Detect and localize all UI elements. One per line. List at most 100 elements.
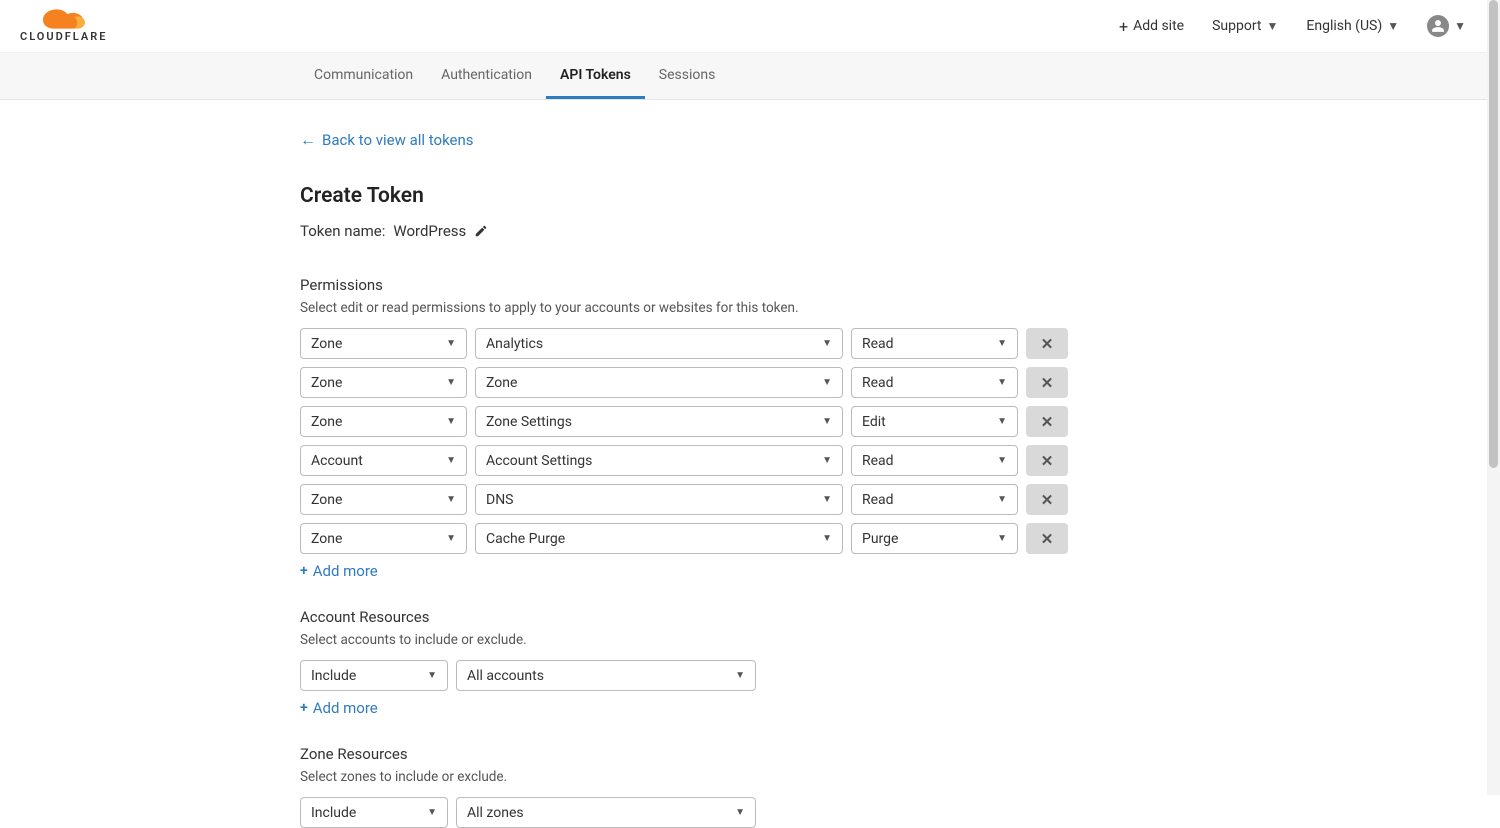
permission-service-select[interactable]: Zone ▼ (475, 367, 843, 398)
chevron-down-icon: ▼ (997, 533, 1007, 544)
chevron-down-icon: ▼ (1454, 19, 1466, 33)
chevron-down-icon: ▼ (446, 455, 456, 466)
zone-resources-section: Zone Resources Select zones to include o… (300, 745, 1170, 828)
select-value: Include (311, 805, 356, 821)
close-icon: ✕ (1041, 452, 1054, 470)
support-menu[interactable]: Support ▼ (1212, 18, 1278, 34)
account-resources-desc: Select accounts to include or exclude. (300, 632, 1170, 648)
delete-permission-button[interactable]: ✕ (1026, 367, 1068, 398)
add-more-permissions[interactable]: + Add more (300, 562, 1170, 580)
account-resources-section: Account Resources Select accounts to inc… (300, 608, 1170, 717)
permission-row: Zone▼Zone▼Read▼✕ (300, 367, 1170, 398)
chevron-down-icon: ▼ (735, 807, 745, 818)
tab-authentication[interactable]: Authentication (427, 53, 546, 99)
tabs-bar: Communication Authentication API Tokens … (0, 53, 1500, 100)
language-label: English (US) (1306, 18, 1382, 34)
top-bar: CLOUDFLARE + Add site Support ▼ English … (0, 0, 1500, 53)
chevron-down-icon: ▼ (446, 377, 456, 388)
chevron-down-icon: ▼ (997, 455, 1007, 466)
select-value: Zone Settings (486, 414, 572, 430)
permission-scope-select[interactable]: Zone▼ (300, 367, 467, 398)
permission-level-select[interactable]: Read ▼ (851, 445, 1018, 476)
permission-service-select[interactable]: Account Settings ▼ (475, 445, 843, 476)
select-value: DNS (486, 492, 514, 508)
permission-level-select[interactable]: Purge ▼ (851, 523, 1018, 554)
chevron-down-icon: ▼ (446, 338, 456, 349)
zone-resources-desc: Select zones to include or exclude. (300, 769, 1170, 785)
chevron-down-icon: ▼ (997, 494, 1007, 505)
tab-sessions[interactable]: Sessions (645, 53, 730, 99)
zone-include-select[interactable]: Include ▼ (300, 797, 448, 828)
chevron-down-icon: ▼ (822, 377, 832, 388)
delete-permission-button[interactable]: ✕ (1026, 484, 1068, 515)
permission-scope-select[interactable]: Account ▼ (300, 445, 467, 476)
select-value: Read (862, 492, 894, 508)
chevron-down-icon: ▼ (446, 416, 456, 427)
chevron-down-icon: ▼ (446, 494, 456, 505)
user-menu[interactable]: ▼ (1427, 15, 1466, 37)
select-value: Zone (311, 531, 342, 547)
delete-permission-button[interactable]: ✕ (1026, 523, 1068, 554)
select-value: Read (862, 453, 894, 469)
permission-scope-select[interactable]: Zone▼ (300, 523, 467, 554)
chevron-down-icon: ▼ (997, 338, 1007, 349)
delete-permission-button[interactable]: ✕ (1026, 406, 1068, 437)
delete-permission-button[interactable]: ✕ (1026, 328, 1068, 359)
select-value: Read (862, 336, 894, 352)
permission-scope-select[interactable]: Zone ▼ (300, 328, 467, 359)
chevron-down-icon: ▼ (997, 377, 1007, 388)
permission-scope-select[interactable]: Zone▼ (300, 484, 467, 515)
select-value: Zone (486, 375, 517, 391)
support-label: Support (1212, 18, 1261, 34)
chevron-down-icon: ▼ (822, 533, 832, 544)
zone-resource-select[interactable]: All zones ▼ (456, 797, 756, 828)
chevron-down-icon: ▼ (822, 455, 832, 466)
permission-scope-select[interactable]: Zone ▼ (300, 406, 467, 437)
tab-api-tokens[interactable]: API Tokens (546, 53, 645, 99)
permission-service-select[interactable]: Analytics▼ (475, 328, 843, 359)
select-value: Purge (862, 531, 898, 547)
token-name-value: WordPress (393, 222, 466, 240)
permission-row: Zone▼ DNS ▼ Read ▼ ✕ (300, 484, 1170, 515)
select-value: All accounts (467, 668, 544, 684)
select-value: Account Settings (486, 453, 592, 469)
chevron-down-icon: ▼ (1387, 19, 1399, 33)
permission-level-select[interactable]: Read ▼ (851, 367, 1018, 398)
back-link[interactable]: ← Back to view all tokens (300, 130, 1170, 150)
close-icon: ✕ (1041, 413, 1054, 431)
add-more-label: Add more (313, 699, 378, 717)
scrollbar-thumb[interactable] (1489, 0, 1498, 468)
permission-row: Zone ▼ Zone Settings▼ Edit▼ ✕ (300, 406, 1170, 437)
scrollbar-track[interactable] (1487, 0, 1500, 795)
add-site-link[interactable]: + Add site (1119, 17, 1184, 36)
account-include-select[interactable]: Include ▼ (300, 660, 448, 691)
permission-service-select[interactable]: Cache Purge ▼ (475, 523, 843, 554)
edit-icon[interactable] (474, 224, 488, 238)
add-more-account-resources[interactable]: + Add more (300, 699, 1170, 717)
select-value: Zone (311, 336, 342, 352)
close-icon: ✕ (1041, 335, 1054, 353)
permission-row: Zone▼ Cache Purge ▼ Purge ▼ ✕ (300, 523, 1170, 554)
permission-service-select[interactable]: Zone Settings▼ (475, 406, 843, 437)
token-name-row: Token name: WordPress (300, 222, 1170, 240)
language-menu[interactable]: English (US) ▼ (1306, 18, 1399, 34)
token-name-label: Token name: (300, 222, 385, 240)
close-icon: ✕ (1041, 491, 1054, 509)
tab-communication[interactable]: Communication (300, 53, 427, 99)
permission-level-select[interactable]: Edit▼ (851, 406, 1018, 437)
delete-permission-button[interactable]: ✕ (1026, 445, 1068, 476)
logo[interactable]: CLOUDFLARE (20, 9, 107, 43)
select-value: Zone (311, 414, 342, 430)
select-value: Read (862, 375, 894, 391)
select-value: Cache Purge (486, 531, 565, 547)
permission-level-select[interactable]: Read ▼ (851, 484, 1018, 515)
page-title: Create Token (300, 184, 1170, 208)
user-icon (1427, 15, 1449, 37)
select-value: Account (311, 453, 363, 469)
account-resource-select[interactable]: All accounts ▼ (456, 660, 756, 691)
permission-level-select[interactable]: Read ▼ (851, 328, 1018, 359)
chevron-down-icon: ▼ (822, 494, 832, 505)
zone-resources-title: Zone Resources (300, 745, 1170, 763)
permission-service-select[interactable]: DNS ▼ (475, 484, 843, 515)
chevron-down-icon: ▼ (427, 670, 437, 681)
